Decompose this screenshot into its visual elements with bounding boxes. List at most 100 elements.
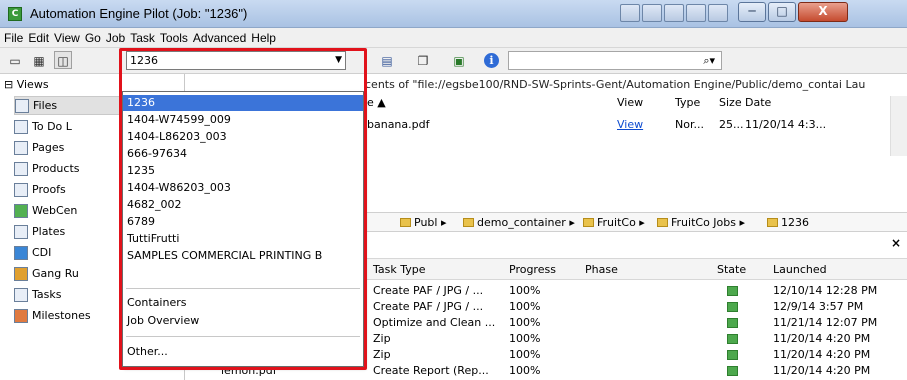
gang-icon [14, 266, 28, 281]
state-ok-icon [727, 350, 738, 360]
tool-2-icon[interactable] [642, 4, 662, 22]
webcenter-icon [14, 203, 28, 218]
add-item-icon[interactable]: ▣ [450, 51, 468, 69]
sidebar-item-label: CDI [32, 246, 52, 259]
folder-icon [463, 218, 474, 227]
col-type[interactable]: Type [675, 96, 700, 114]
tool-3-icon[interactable] [664, 4, 684, 22]
folder-icon [657, 218, 668, 227]
breadcrumb-demo-container[interactable]: demo_container ▸ [463, 216, 575, 229]
col-size[interactable]: Size [719, 96, 742, 114]
sidebar-item-label: To Do L [32, 120, 72, 133]
pages-icon [14, 140, 28, 155]
menu-edit[interactable]: Edit [28, 28, 54, 47]
close-panel-icon[interactable]: × [891, 236, 901, 250]
milestones-icon [14, 308, 28, 323]
file-type: Nor... [675, 118, 704, 131]
col-launched[interactable]: Launched [773, 263, 827, 276]
menu-go[interactable]: Go [85, 28, 106, 47]
sidebar-item-label: Gang Ru [32, 267, 79, 280]
folder-icon [400, 218, 411, 227]
monitor-icon[interactable]: ▭ [6, 51, 24, 69]
file-size: 25... [719, 118, 744, 131]
menu-job[interactable]: Job [106, 28, 130, 47]
file-date: 11/20/14 4:3... [745, 118, 827, 131]
menu-advanced[interactable]: Advanced [193, 28, 251, 47]
state-ok-icon [727, 334, 738, 344]
search-input[interactable]: ⌕▾ [508, 51, 722, 70]
sidebar-item-label: Pages [32, 141, 65, 154]
sidebar-item-milestones[interactable]: Milestones [14, 306, 91, 325]
folder-icon [583, 218, 594, 227]
folder-add-icon[interactable]: ▤ [378, 51, 396, 69]
minimize-button[interactable]: ─ [738, 2, 766, 22]
breadcrumb-job[interactable]: 1236 [767, 216, 809, 229]
sidebar-item-todo[interactable]: To Do L [14, 117, 72, 136]
tool-4-icon[interactable] [686, 4, 706, 22]
sidebar-item-tasks[interactable]: Tasks [14, 285, 61, 304]
sidebar-item-plates[interactable]: Plates [14, 222, 65, 241]
state-ok-icon [727, 286, 738, 296]
app-window: C Automation Engine Pilot (Job: "1236") … [0, 0, 907, 380]
grid-icon[interactable]: ▦ [30, 51, 48, 69]
file-icon [15, 98, 29, 113]
col-progress[interactable]: Progress [509, 263, 556, 276]
app-icon: C [8, 7, 22, 21]
sidebar-item-label: Products [32, 162, 80, 175]
sidebar-item-label: Plates [32, 225, 66, 238]
title-bar: C Automation Engine Pilot (Job: "1236") … [0, 0, 907, 28]
plates-icon [14, 224, 28, 239]
todo-icon [14, 119, 28, 134]
state-ok-icon [727, 302, 738, 312]
folder-icon [767, 218, 778, 227]
sidebar-item-products[interactable]: Products [14, 159, 80, 178]
sidebar-item-label: Proofs [32, 183, 66, 196]
search-icon[interactable]: ⌕▾ [703, 54, 715, 68]
menu-file[interactable]: File [4, 28, 28, 47]
col-phase[interactable]: Phase [585, 263, 618, 276]
sidebar-item-cdi[interactable]: CDI [14, 243, 51, 262]
col-name[interactable]: e ▲ [367, 96, 386, 114]
sidebar-item-label: WebCen [32, 204, 78, 217]
tool-5-icon[interactable] [708, 4, 728, 22]
tasks-icon [14, 287, 28, 302]
sidebar-item-files[interactable]: Files [14, 96, 124, 115]
products-icon [14, 161, 28, 176]
views-header[interactable]: ⊟ Views [4, 78, 49, 91]
breadcrumb-public[interactable]: Publ ▸ [400, 216, 446, 229]
file-name[interactable]: banana.pdf [367, 118, 429, 131]
state-ok-icon [727, 318, 738, 328]
breadcrumb-fruitco[interactable]: FruitCo ▸ [583, 216, 645, 229]
sidebar-item-pages[interactable]: Pages [14, 138, 64, 157]
col-view[interactable]: View [617, 96, 643, 114]
sidebar-item-label: Files [33, 99, 58, 112]
sidebar-item-gang[interactable]: Gang Ru [14, 264, 79, 283]
sidebar-item-proofs[interactable]: Proofs [14, 180, 66, 199]
sidebar-item-webcenter[interactable]: WebCen [14, 201, 77, 220]
col-task-type[interactable]: Task Type [373, 263, 426, 276]
maximize-button[interactable]: □ [768, 2, 796, 22]
panel-icon[interactable]: ◫ [54, 51, 72, 69]
window-title: Automation Engine Pilot (Job: "1236") [30, 6, 248, 21]
menu-tools[interactable]: Tools [160, 28, 193, 47]
col-date[interactable]: Date [745, 96, 771, 114]
sidebar-item-label: Milestones [32, 309, 91, 322]
menu-help[interactable]: Help [251, 28, 281, 47]
menu-bar: File Edit View Go Job Task Tools Advance… [0, 28, 907, 48]
tool-1-icon[interactable] [620, 4, 640, 22]
menu-task[interactable]: Task [130, 28, 160, 47]
highlight-frame [119, 48, 367, 370]
col-state[interactable]: State [717, 263, 746, 276]
cdi-icon [14, 245, 28, 260]
close-button[interactable]: X [798, 2, 848, 22]
new-job-icon[interactable]: ❐ [414, 51, 432, 69]
state-ok-icon [727, 366, 738, 376]
title-tools [620, 4, 728, 24]
breadcrumb-fruitco-jobs[interactable]: FruitCo Jobs ▸ [657, 216, 745, 229]
sidebar-item-label: Tasks [32, 288, 62, 301]
view-link[interactable]: View [617, 118, 643, 131]
info-icon[interactable]: i [484, 53, 499, 68]
menu-view[interactable]: View [54, 28, 85, 47]
proofs-icon [14, 182, 28, 197]
vertical-scrollbar[interactable] [890, 96, 907, 156]
